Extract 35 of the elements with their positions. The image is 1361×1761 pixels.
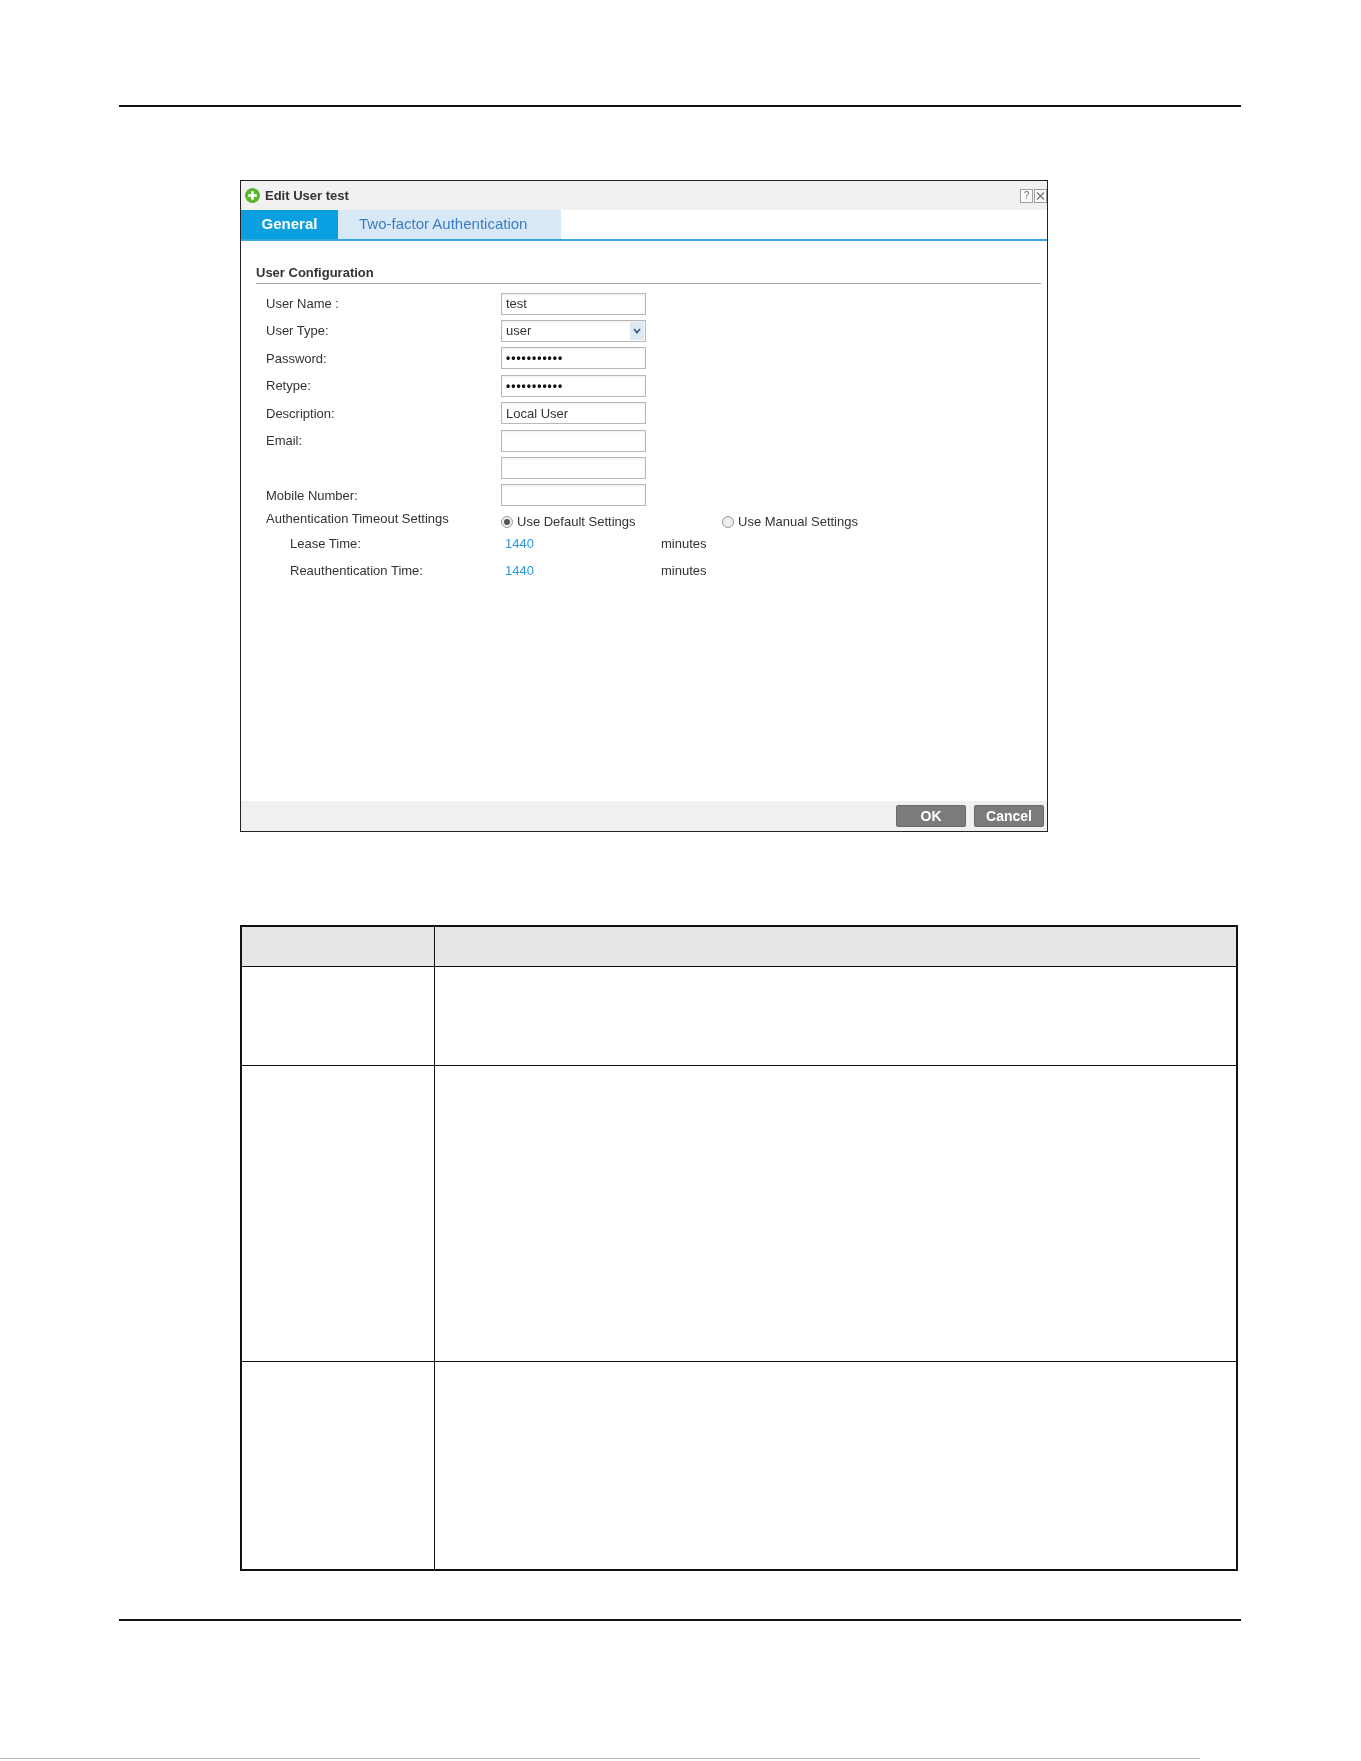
field-label: Retype: — [266, 377, 312, 396]
field-label: Email: — [266, 431, 304, 450]
dialog-title: Edit User test — [265, 186, 349, 205]
field-label: User Type: — [266, 322, 330, 341]
field-label: User Name : — [266, 294, 340, 313]
field-label: Lease Time: — [290, 534, 362, 553]
field-label: Reauthentication Time: — [290, 561, 424, 580]
dialog-button[interactable]: Cancel — [974, 805, 1044, 827]
help-button[interactable]: ? — [1020, 188, 1033, 203]
radio-label[interactable]: Use Manual Settings — [738, 512, 858, 532]
text-field[interactable] — [501, 484, 646, 507]
time-value: 1440 — [504, 561, 535, 580]
add-icon — [245, 188, 260, 203]
unit-label: minutes — [661, 534, 707, 553]
password-field[interactable]: ••••••••••• — [501, 374, 646, 397]
radio-button-icon[interactable] — [501, 516, 513, 529]
radio-label[interactable]: Use Default Settings — [517, 512, 636, 532]
unit-label: minutes — [661, 561, 707, 580]
text-field[interactable]: Local User — [501, 402, 646, 425]
text-field[interactable] — [501, 429, 646, 452]
field-label: Mobile Number: — [266, 486, 359, 505]
tab[interactable]: Two-factor Authentication — [338, 210, 561, 239]
close-icon[interactable] — [1034, 188, 1047, 203]
field-label: Password: — [266, 349, 328, 368]
password-field[interactable]: ••••••••••• — [501, 347, 646, 370]
text-field[interactable] — [501, 457, 646, 480]
chevron-down-icon — [630, 322, 644, 341]
select-field[interactable]: user — [501, 320, 646, 343]
section-title: User Configuration — [256, 264, 1041, 284]
time-value: 1440 — [504, 534, 535, 553]
radio-button-icon[interactable] — [722, 516, 734, 529]
field-label: Description: — [266, 404, 336, 423]
field-label: Authentication Timeout Settings — [266, 510, 450, 529]
dialog-button[interactable]: OK — [896, 805, 966, 827]
text-field[interactable]: test — [501, 292, 646, 315]
